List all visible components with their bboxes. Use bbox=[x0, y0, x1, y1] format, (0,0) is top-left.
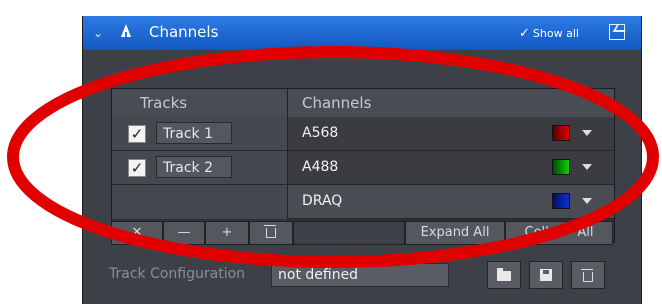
track-name[interactable]: Track 2 bbox=[156, 156, 232, 178]
toolbar-spacer bbox=[293, 221, 405, 245]
trash-icon bbox=[264, 225, 276, 238]
remove-icon[interactable]: ✕ bbox=[111, 221, 163, 245]
expand-all-button[interactable]: Expand All bbox=[405, 221, 505, 245]
channels-panel: ⌄ Channels ✓ Show all Tracks Channels ✓ T… bbox=[82, 16, 642, 304]
add-track-button[interactable]: + bbox=[205, 221, 249, 245]
track-name[interactable]: Track 1 bbox=[156, 122, 232, 144]
channel-row[interactable]: A488 bbox=[288, 151, 614, 185]
collapse-chevron-icon[interactable]: ⌄ bbox=[93, 26, 103, 40]
channel-name: A488 bbox=[302, 159, 339, 175]
check-icon: ✓ bbox=[519, 26, 530, 41]
collapse-all-button[interactable]: Colla All bbox=[505, 221, 613, 245]
color-dropdown-icon[interactable] bbox=[582, 164, 592, 170]
save-icon bbox=[540, 269, 552, 281]
track-checkbox[interactable]: ✓ bbox=[128, 125, 146, 143]
track-empty-cell bbox=[112, 185, 288, 219]
channel-row[interactable]: A568 bbox=[288, 117, 614, 151]
channel-color-swatch[interactable] bbox=[552, 159, 570, 175]
tool-icon bbox=[121, 24, 131, 37]
tracks-channels-table: Tracks Channels ✓ Track 1 ✓ Track 2 A568… bbox=[111, 88, 615, 243]
channels-header: Channels bbox=[288, 89, 614, 117]
channel-color-swatch[interactable] bbox=[552, 125, 570, 141]
move-icon[interactable]: — bbox=[163, 221, 205, 245]
delete-config-button[interactable] bbox=[571, 261, 605, 289]
channel-name: DRAQ bbox=[302, 193, 343, 209]
panel-title: Channels bbox=[149, 23, 219, 41]
color-dropdown-icon[interactable] bbox=[582, 130, 592, 136]
folder-icon bbox=[497, 268, 511, 281]
color-dropdown-icon[interactable] bbox=[582, 198, 592, 204]
table-toolbar: ✕ — + Expand All Colla All bbox=[111, 221, 613, 245]
channel-color-swatch[interactable] bbox=[552, 193, 570, 209]
track-row[interactable]: ✓ Track 2 bbox=[112, 151, 288, 185]
open-config-button[interactable] bbox=[487, 261, 521, 289]
panel-titlebar[interactable]: ⌄ Channels ✓ Show all bbox=[83, 16, 641, 50]
channel-row[interactable]: DRAQ bbox=[288, 185, 614, 219]
show-all-label: Show all bbox=[532, 27, 579, 40]
popout-icon[interactable] bbox=[609, 24, 625, 40]
trash-icon bbox=[581, 269, 593, 282]
track-row[interactable]: ✓ Track 1 bbox=[112, 117, 288, 151]
track-checkbox[interactable]: ✓ bbox=[128, 159, 146, 177]
save-config-button[interactable] bbox=[529, 261, 563, 289]
show-all-toggle[interactable]: ✓ Show all bbox=[519, 26, 579, 41]
track-configuration-label: Track Configuration bbox=[109, 266, 246, 282]
channel-name: A568 bbox=[302, 125, 339, 141]
track-configuration-field[interactable]: not defined bbox=[271, 263, 449, 287]
delete-track-button[interactable] bbox=[249, 221, 293, 245]
tracks-header: Tracks bbox=[112, 89, 288, 117]
